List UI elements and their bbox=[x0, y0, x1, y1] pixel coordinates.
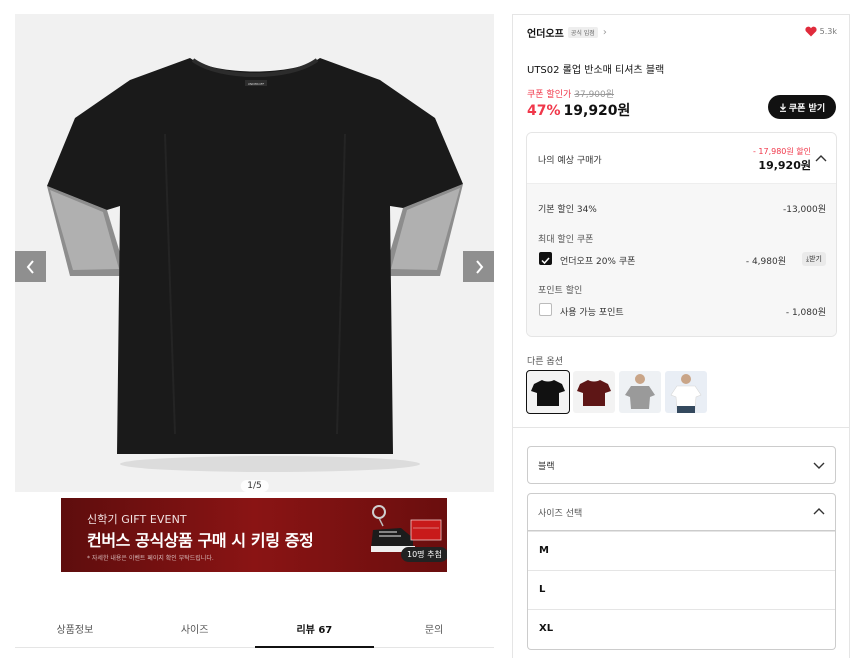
brand-name: 언더오프 bbox=[527, 29, 564, 40]
option-image bbox=[619, 371, 661, 413]
banner-eyebrow: 신학기 GIFT EVENT bbox=[87, 513, 187, 526]
coupon-checkbox[interactable] bbox=[539, 252, 552, 265]
tab-inquiry[interactable]: 문의 bbox=[374, 608, 494, 647]
official-badge: 공식 입점 bbox=[567, 27, 598, 38]
size-dropdown: M L XL bbox=[527, 531, 836, 650]
gift-event-banner[interactable]: 신학기 GIFT EVENT 컨버스 공식상품 구매 시 키링 증정 * 자세한… bbox=[61, 498, 447, 572]
chevron-up-icon bbox=[815, 155, 827, 162]
option-swatch-black[interactable] bbox=[526, 370, 570, 414]
chevron-left-icon bbox=[26, 259, 34, 274]
coupon-get-label: 받기 bbox=[809, 255, 822, 263]
chevron-right-icon: › bbox=[602, 27, 607, 38]
tab-review[interactable]: 리뷰 67 bbox=[254, 608, 375, 648]
point-discount-title: 포인트 할인 bbox=[538, 286, 583, 296]
like-count: 5.3k bbox=[819, 27, 837, 36]
size-option-label: M bbox=[539, 545, 549, 556]
discount-rate: 47% bbox=[527, 103, 561, 119]
basic-discount-value: -13,000원 bbox=[782, 205, 826, 215]
banner-badge: 10명 추첨 bbox=[401, 547, 447, 562]
basic-discount-label: 기본 할인 34% bbox=[538, 205, 597, 215]
size-select-placeholder: 사이즈 선택 bbox=[538, 509, 583, 519]
chevron-up-icon bbox=[813, 508, 825, 515]
get-coupon-button[interactable]: 쿠폰 받기 bbox=[768, 95, 836, 119]
heart-icon bbox=[805, 26, 817, 37]
coupon-price-label: 쿠폰 할인가 bbox=[527, 90, 572, 100]
coupon-value: - 4,980원 bbox=[745, 257, 786, 267]
color-select[interactable]: 블랙 bbox=[527, 446, 836, 484]
prev-image-button[interactable] bbox=[15, 251, 46, 282]
option-swatch-white[interactable] bbox=[665, 371, 707, 413]
product-name: UTS02 롤업 반소매 티셔츠 블랙 bbox=[527, 65, 665, 76]
size-option-xl[interactable]: XL bbox=[528, 609, 835, 648]
size-option-l[interactable]: L bbox=[528, 570, 835, 609]
tab-product-info[interactable]: 상품정보 bbox=[15, 608, 135, 647]
product-image-gallery[interactable]: UNDEROFF 1/5 bbox=[15, 14, 494, 492]
banner-title: 컨버스 공식상품 구매 시 키링 증정 bbox=[87, 531, 314, 550]
coupon-price-row: 쿠폰 할인가 37,900원 bbox=[527, 87, 614, 100]
estimated-price: 19,920원 bbox=[758, 159, 811, 172]
option-swatch-gray[interactable] bbox=[619, 371, 661, 413]
section-divider bbox=[513, 427, 849, 428]
check-icon bbox=[541, 257, 550, 265]
product-image: UNDEROFF bbox=[47, 58, 463, 472]
coupon-get-button[interactable]: ⤓받기 bbox=[802, 252, 826, 266]
original-price: 37,900원 bbox=[574, 90, 615, 100]
shirt-tag: UNDEROFF bbox=[248, 82, 265, 86]
option-swatch-burgundy[interactable] bbox=[573, 371, 615, 413]
product-tabs: 상품정보 사이즈 리뷰 67 문의 bbox=[15, 608, 494, 648]
purchase-panel: 언더오프 공식 입점 › 5.3k UTS02 롤업 반소매 티셔츠 블랙 쿠폰… bbox=[512, 14, 850, 658]
download-icon bbox=[779, 103, 786, 112]
color-select-value: 블랙 bbox=[538, 462, 555, 472]
brand-link[interactable]: 언더오프 공식 입점 › bbox=[527, 25, 607, 40]
coupon-name: 언더오프 20% 쿠폰 bbox=[560, 257, 636, 267]
point-value: - 1,080원 bbox=[785, 308, 826, 318]
option-image bbox=[665, 371, 707, 413]
chevron-down-icon bbox=[813, 462, 825, 469]
size-select[interactable]: 사이즈 선택 bbox=[527, 493, 836, 531]
price-row: 47% 19,920원 bbox=[527, 100, 630, 120]
size-option-label: XL bbox=[539, 623, 554, 634]
max-coupon-title: 최대 할인 쿠폰 bbox=[538, 235, 594, 245]
sale-price: 19,920원 bbox=[563, 103, 631, 119]
size-option-label: L bbox=[539, 584, 546, 595]
like-button[interactable]: 5.3k bbox=[805, 26, 837, 37]
next-image-button[interactable] bbox=[463, 251, 494, 282]
point-checkbox[interactable] bbox=[539, 303, 552, 316]
get-coupon-label: 쿠폰 받기 bbox=[788, 103, 826, 114]
option-image bbox=[527, 371, 569, 413]
image-counter: 1/5 bbox=[240, 480, 269, 492]
point-name: 사용 가능 포인트 bbox=[560, 308, 624, 318]
option-image bbox=[573, 371, 615, 413]
estimated-price-box: 나의 예상 구매가 - 17,980원 할인 19,920원 기본 할인 34%… bbox=[526, 132, 837, 337]
chevron-right-icon bbox=[475, 259, 483, 274]
estimated-price-label: 나의 예상 구매가 bbox=[538, 156, 602, 166]
tab-size[interactable]: 사이즈 bbox=[135, 608, 255, 647]
discount-breakdown: 기본 할인 34% -13,000원 최대 할인 쿠폰 언더오프 20% 쿠폰 … bbox=[527, 184, 836, 336]
banner-note: * 자세한 내용은 이벤트 페이지 확인 부탁드립니다. bbox=[87, 555, 214, 562]
other-options-title: 다른 옵션 bbox=[527, 357, 563, 367]
estimated-saving: - 17,980원 할인 bbox=[752, 147, 811, 156]
size-option-m[interactable]: M bbox=[528, 531, 835, 570]
estimated-price-header[interactable]: 나의 예상 구매가 - 17,980원 할인 19,920원 bbox=[527, 133, 836, 184]
